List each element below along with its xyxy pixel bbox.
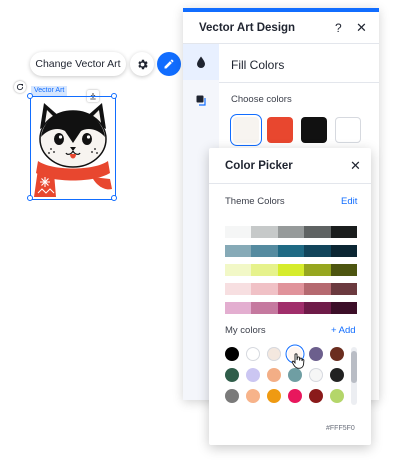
my-color-swatch[interactable]	[225, 389, 239, 403]
my-color-swatch[interactable]	[309, 347, 323, 361]
theme-color-cell[interactable]	[277, 283, 305, 295]
pen-icon	[164, 59, 174, 69]
hand-cursor-icon	[291, 353, 305, 369]
fill-color-swatch-1[interactable]	[233, 117, 259, 143]
my-color-swatch[interactable]	[267, 389, 281, 403]
theme-color-cell[interactable]	[304, 226, 331, 238]
my-color-swatch[interactable]	[225, 347, 239, 361]
theme-color-cell[interactable]	[251, 264, 278, 276]
theme-color-cell[interactable]	[277, 245, 305, 257]
choose-colors-label: Choose colors	[231, 94, 292, 105]
design-button[interactable]	[157, 52, 181, 76]
my-color-swatch[interactable]	[246, 347, 260, 361]
color-picker-popover: Color Picker ✕ Theme Colors Edit My colo…	[209, 148, 371, 445]
theme-color-cell[interactable]	[277, 264, 305, 276]
fill-colors-tab[interactable]	[183, 44, 219, 80]
theme-color-row	[225, 302, 358, 314]
fill-color-swatch-3[interactable]	[301, 117, 327, 143]
my-color-swatch[interactable]	[288, 389, 302, 403]
theme-colors-label: Theme Colors	[225, 196, 285, 207]
my-color-swatch[interactable]	[225, 368, 239, 382]
theme-color-cell[interactable]	[277, 302, 305, 314]
theme-color-cell[interactable]	[225, 245, 252, 257]
theme-color-cell[interactable]	[330, 264, 358, 276]
my-colors-label: My colors	[225, 325, 266, 336]
theme-color-cell[interactable]	[330, 226, 358, 238]
my-color-swatch[interactable]	[246, 389, 260, 403]
theme-color-cell[interactable]	[225, 226, 252, 238]
theme-color-cell[interactable]	[251, 226, 278, 238]
my-color-swatch[interactable]	[288, 368, 302, 382]
selected-hex-value: #FFF5F0	[326, 425, 355, 432]
cat-vector-art	[34, 103, 112, 197]
theme-color-cell[interactable]	[304, 302, 331, 314]
my-color-swatch[interactable]	[246, 368, 260, 382]
edit-theme-link[interactable]: Edit	[341, 196, 357, 207]
picker-title: Color Picker	[225, 160, 293, 172]
theme-color-cell[interactable]	[304, 245, 331, 257]
theme-color-cell[interactable]	[330, 302, 358, 314]
my-color-swatch[interactable]	[309, 368, 323, 382]
rotate-icon	[16, 83, 24, 91]
theme-color-row	[225, 283, 358, 295]
theme-color-cell[interactable]	[251, 283, 278, 295]
my-color-swatch[interactable]	[330, 389, 344, 403]
drop-icon	[197, 56, 205, 68]
theme-color-cell[interactable]	[251, 245, 278, 257]
theme-color-row	[225, 264, 358, 276]
theme-color-row	[225, 226, 358, 238]
layers-tab[interactable]	[183, 82, 219, 118]
theme-color-cell[interactable]	[330, 245, 358, 257]
settings-button[interactable]	[130, 52, 154, 76]
change-vector-art-button[interactable]: Change Vector Art	[30, 52, 126, 76]
panel-title: Vector Art Design	[199, 22, 296, 34]
help-icon[interactable]: ?	[335, 21, 342, 35]
my-colors-scrollbar[interactable]	[351, 347, 357, 405]
theme-color-cell[interactable]	[304, 264, 331, 276]
theme-color-cell[interactable]	[304, 283, 331, 295]
add-color-link[interactable]: + Add	[331, 325, 356, 336]
my-color-swatch[interactable]	[267, 347, 281, 361]
section-divider	[219, 82, 379, 83]
picker-header: Color Picker ✕	[209, 148, 371, 184]
editor-canvas: Change Vector Art Vector Art Vector Art …	[0, 0, 400, 466]
theme-color-cell[interactable]	[225, 302, 252, 314]
gear-icon	[137, 59, 148, 69]
my-color-swatch[interactable]	[330, 347, 344, 361]
layers-icon	[196, 95, 206, 106]
selection-label: Vector Art	[31, 86, 68, 96]
fill-color-swatch-4[interactable]	[335, 117, 361, 143]
scrollbar-thumb[interactable]	[351, 351, 357, 383]
close-icon[interactable]: ✕	[350, 158, 361, 174]
my-color-swatch[interactable]	[309, 389, 323, 403]
rotate-handle[interactable]	[14, 81, 26, 93]
fill-color-swatch-2[interactable]	[267, 117, 293, 143]
theme-color-cell[interactable]	[225, 264, 252, 276]
my-color-swatch[interactable]	[267, 368, 281, 382]
theme-color-cell[interactable]	[251, 302, 278, 314]
section-title: Fill Colors	[231, 58, 285, 72]
close-icon[interactable]: ✕	[356, 20, 367, 36]
theme-color-cell[interactable]	[277, 226, 305, 238]
panel-header: Vector Art Design ? ✕	[183, 12, 379, 44]
theme-color-cell[interactable]	[330, 283, 358, 295]
my-color-swatch[interactable]	[330, 368, 344, 382]
theme-color-row	[225, 245, 358, 257]
theme-color-cell[interactable]	[225, 283, 252, 295]
